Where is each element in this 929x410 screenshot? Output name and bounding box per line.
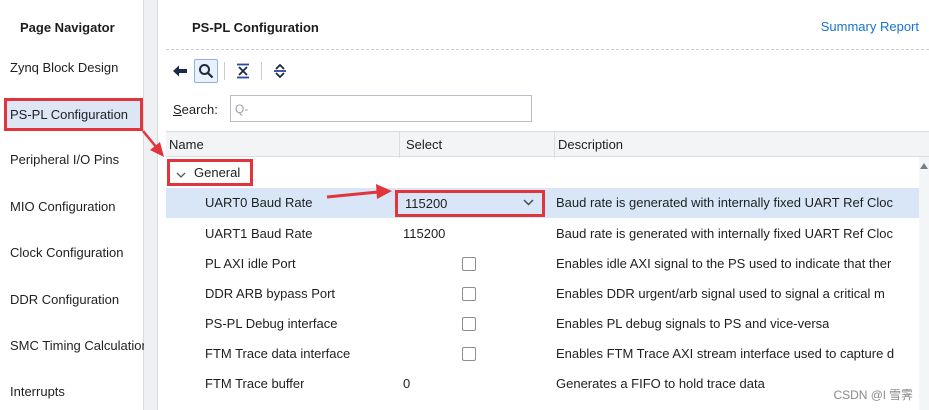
column-header-description[interactable]: Description (554, 132, 929, 158)
chevron-down-icon[interactable] (176, 172, 186, 179)
row-description: Baud rate is generated with internally f… (556, 195, 893, 210)
panel-splitter[interactable] (144, 0, 158, 410)
row-description: Enables FTM Trace AXI stream interface u… (556, 346, 895, 361)
nav-item-clock-configuration[interactable]: Clock Configuration (10, 238, 144, 268)
page-navigator: Page Navigator Zynq Block Design PS-PL C… (0, 0, 144, 410)
search-toggle-button[interactable] (194, 59, 218, 83)
toolbar-separator (261, 62, 262, 80)
search-label: Search: (173, 102, 218, 117)
search-input[interactable] (235, 101, 495, 116)
row-description: Baud rate is generated with internally f… (556, 226, 893, 241)
table-row[interactable]: UART1 Baud Rate 115200 Baud rate is gene… (166, 219, 929, 249)
row-description: Enables idle AXI signal to the PS used t… (556, 256, 892, 271)
row-value[interactable]: 0 (403, 369, 410, 399)
table-row[interactable]: PS-PL Debug interface Enables PL debug s… (166, 309, 929, 339)
nav-item-peripheral-io-pins[interactable]: Peripheral I/O Pins (10, 145, 144, 175)
chevron-down-icon (523, 199, 534, 206)
search-field[interactable] (230, 95, 532, 122)
dropdown-value: 115200 (405, 196, 448, 211)
ftm-trace-data-checkbox[interactable] (462, 347, 476, 361)
header-divider (166, 49, 929, 50)
summary-report-link[interactable]: Summary Report (821, 19, 919, 34)
ddr-arb-bypass-checkbox[interactable] (462, 287, 476, 301)
page-title: PS-PL Configuration (192, 20, 319, 35)
vertical-scrollbar[interactable] (919, 157, 929, 410)
table-header: Name Select Description (166, 131, 929, 158)
toolbar (168, 58, 292, 84)
back-arrow-icon (173, 65, 187, 77)
scroll-up-arrow-icon[interactable] (920, 163, 928, 169)
group-label: General (194, 165, 241, 180)
search-icon (199, 64, 214, 79)
ps-pl-debug-checkbox[interactable] (462, 317, 476, 331)
row-name: FTM Trace data interface (205, 346, 351, 361)
nav-item-interrupts[interactable]: Interrupts (10, 377, 144, 407)
pl-axi-idle-port-checkbox[interactable] (462, 257, 476, 271)
baud-rate-dropdown[interactable]: 115200 (395, 190, 545, 217)
row-name: DDR ARB bypass Port (205, 286, 336, 301)
column-header-select[interactable]: Select (399, 132, 554, 158)
navigator-title: Page Navigator (20, 20, 115, 35)
toolbar-separator (224, 62, 225, 80)
table-row[interactable]: UART0 Baud Rate 115200 Baud rate is gene… (166, 188, 929, 218)
row-name: PS-PL Debug interface (205, 316, 338, 331)
table-row[interactable]: PL AXI idle Port Enables idle AXI signal… (166, 249, 929, 279)
collapse-all-button[interactable] (231, 59, 255, 83)
row-name: FTM Trace buffer (205, 376, 305, 391)
column-header-name[interactable]: Name (166, 132, 399, 158)
row-name: UART1 Baud Rate (205, 226, 313, 241)
row-description: Enables PL debug signals to PS and vice-… (556, 316, 830, 331)
expand-all-icon (274, 63, 286, 79)
expand-all-button[interactable] (268, 59, 292, 83)
row-description: Enables DDR urgent/arb signal used to si… (556, 286, 885, 301)
group-row-general[interactable]: General (166, 157, 929, 187)
back-button[interactable] (168, 59, 192, 83)
nav-item-smc-timing-calculation[interactable]: SMC Timing Calculation (10, 331, 144, 361)
table-row[interactable]: FTM Trace buffer 0 Generates a FIFO to h… (166, 369, 929, 399)
row-name: UART0 Baud Rate (205, 195, 313, 210)
row-name: PL AXI idle Port (205, 256, 296, 271)
group-highlight: General (167, 159, 253, 186)
table-row[interactable]: DDR ARB bypass Port Enables DDR urgent/a… (166, 279, 929, 309)
nav-item-zynq-block-design[interactable]: Zynq Block Design (10, 53, 144, 83)
row-description: Generates a FIFO to hold trace data (556, 376, 765, 391)
nav-item-ddr-configuration[interactable]: DDR Configuration (10, 285, 144, 315)
collapse-all-icon (237, 63, 249, 79)
watermark: CSDN @l 雪霁 (833, 388, 913, 402)
nav-item-mio-configuration[interactable]: MIO Configuration (10, 192, 144, 222)
row-value[interactable]: 115200 (403, 219, 445, 249)
main-panel: PS-PL Configuration Summary Report Searc… (158, 0, 929, 410)
nav-item-ps-pl-configuration[interactable]: PS-PL Configuration (4, 98, 143, 131)
table-row[interactable]: FTM Trace data interface Enables FTM Tra… (166, 339, 929, 369)
